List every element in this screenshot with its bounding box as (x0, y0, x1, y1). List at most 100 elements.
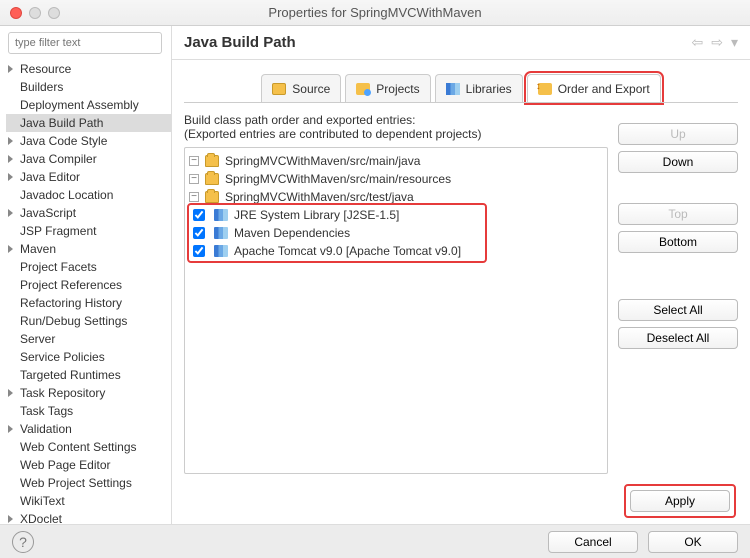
entry-label: Maven Dependencies (234, 226, 350, 240)
expand-icon[interactable] (8, 137, 13, 145)
apply-button[interactable]: Apply (630, 490, 730, 512)
sidebar-item[interactable]: Web Page Editor (6, 456, 171, 474)
side-buttons: Up Down Top Bottom Select All Deselect A… (618, 113, 738, 474)
sidebar-item-label: Java Code Style (20, 134, 107, 148)
sidebar-item[interactable]: Deployment Assembly (6, 96, 171, 114)
down-button[interactable]: Down (618, 151, 738, 173)
description-line-1: Build class path order and exported entr… (184, 113, 608, 127)
collapse-icon[interactable]: − (189, 156, 199, 166)
entry-label: SpringMVCWithMaven/src/main/resources (225, 172, 451, 186)
sidebar-item[interactable]: WikiText (6, 492, 171, 510)
library-icon (214, 209, 228, 221)
sidebar-item-label: WikiText (20, 494, 65, 508)
select-all-button[interactable]: Select All (618, 299, 738, 321)
entries-list[interactable]: − SpringMVCWithMaven/src/main/java − Spring… (184, 147, 608, 474)
export-checkbox[interactable] (193, 227, 205, 239)
list-item[interactable]: − SpringMVCWithMaven/src/main/resources (185, 170, 607, 188)
export-checkbox[interactable] (193, 209, 205, 221)
sidebar-item[interactable]: Java Compiler (6, 150, 171, 168)
tab[interactable]: Source (261, 74, 341, 102)
sidebar-item-label: Server (20, 332, 55, 346)
expand-icon[interactable] (8, 515, 13, 523)
sidebar-item[interactable]: Maven (6, 240, 171, 258)
expand-icon[interactable] (8, 245, 13, 253)
sidebar-item-label: Service Policies (20, 350, 105, 364)
sidebar-item-label: Refactoring History (20, 296, 122, 310)
description-line-2: (Exported entries are contributed to dep… (184, 127, 608, 141)
filter-input[interactable] (8, 32, 162, 54)
sidebar-item-label: Java Compiler (20, 152, 97, 166)
forward-icon[interactable]: ⇨ (711, 34, 723, 51)
sidebar-item-label: Task Tags (20, 404, 73, 418)
sidebar-item[interactable]: Web Content Settings (6, 438, 171, 456)
deselect-all-button[interactable]: Deselect All (618, 327, 738, 349)
library-icon (214, 227, 228, 239)
list-item[interactable]: − SpringMVCWithMaven/src/main/java (185, 152, 607, 170)
help-icon[interactable]: ? (12, 531, 34, 553)
expand-icon[interactable] (8, 173, 13, 181)
tab[interactable]: Projects (345, 74, 430, 102)
expand-icon[interactable] (8, 155, 13, 163)
sidebar-item[interactable]: JavaScript (6, 204, 171, 222)
sidebar-item[interactable]: Web Project Settings (6, 474, 171, 492)
sidebar-item[interactable]: Project Facets (6, 258, 171, 276)
back-icon[interactable]: ⇦ (692, 34, 704, 51)
sidebar-item[interactable]: Java Code Style (6, 132, 171, 150)
entry-label: JRE System Library [J2SE-1.5] (234, 208, 399, 222)
tab-label: Order and Export (558, 82, 650, 96)
export-checkbox[interactable] (193, 245, 205, 257)
sidebar-item[interactable]: Service Policies (6, 348, 171, 366)
tab[interactable]: Libraries (435, 74, 523, 102)
library-icon (214, 245, 228, 257)
collapse-icon[interactable]: − (189, 174, 199, 184)
sidebar-item[interactable]: Task Repository (6, 384, 171, 402)
sidebar-item[interactable]: Server (6, 330, 171, 348)
expand-icon[interactable] (8, 65, 13, 73)
expand-icon[interactable] (8, 425, 13, 433)
expand-icon[interactable] (8, 389, 13, 397)
list-item[interactable]: Apache Tomcat v9.0 [Apache Tomcat v9.0] (185, 242, 607, 260)
close-window-icon[interactable] (10, 7, 22, 19)
entry-label: SpringMVCWithMaven/src/main/java (225, 154, 420, 168)
sidebar-item-label: Validation (20, 422, 72, 436)
src-icon (272, 83, 286, 95)
sidebar-item[interactable]: XDoclet (6, 510, 171, 524)
cancel-button[interactable]: Cancel (548, 531, 638, 553)
sidebar-item[interactable]: Run/Debug Settings (6, 312, 171, 330)
list-item[interactable]: − SpringMVCWithMaven/src/test/java (185, 188, 607, 206)
ord-icon (538, 83, 552, 95)
sidebar-item[interactable]: Targeted Runtimes (6, 366, 171, 384)
sidebar-item-label: Resource (20, 62, 71, 76)
bottom-button[interactable]: Bottom (618, 231, 738, 253)
collapse-icon[interactable]: − (189, 192, 199, 202)
ok-button[interactable]: OK (648, 531, 738, 553)
minimize-window-icon (29, 7, 41, 19)
tab[interactable]: Order and Export (527, 74, 661, 102)
sidebar-item[interactable]: Java Build Path (6, 114, 171, 132)
list-item[interactable]: Maven Dependencies (185, 224, 607, 242)
dropdown-icon[interactable]: ▾ (731, 34, 738, 51)
apply-highlight: Apply (624, 484, 736, 518)
expand-icon[interactable] (8, 209, 13, 217)
sidebar-item[interactable]: Project References (6, 276, 171, 294)
sidebar-item-label: JSP Fragment (20, 224, 96, 238)
sidebar-item[interactable]: Java Editor (6, 168, 171, 186)
sidebar-item-label: Builders (20, 80, 63, 94)
sidebar-item-label: JavaScript (20, 206, 76, 220)
sidebar-item[interactable]: Validation (6, 420, 171, 438)
sidebar-item-label: Web Content Settings (20, 440, 137, 454)
category-tree: ResourceBuildersDeployment AssemblyJava … (6, 60, 171, 524)
sidebar-item-label: Targeted Runtimes (20, 368, 121, 382)
sidebar-item[interactable]: JSP Fragment (6, 222, 171, 240)
footer: ? Cancel OK (0, 524, 750, 558)
sidebar-item[interactable]: Builders (6, 78, 171, 96)
list-item[interactable]: JRE System Library [J2SE-1.5] (185, 206, 607, 224)
sidebar-item-label: Project Facets (20, 260, 97, 274)
sidebar-item-label: Maven (20, 242, 56, 256)
sidebar-item[interactable]: Javadoc Location (6, 186, 171, 204)
entry-label: SpringMVCWithMaven/src/test/java (225, 190, 414, 204)
sidebar-item[interactable]: Refactoring History (6, 294, 171, 312)
sidebar-item[interactable]: Resource (6, 60, 171, 78)
sidebar-item-label: Task Repository (20, 386, 105, 400)
sidebar-item[interactable]: Task Tags (6, 402, 171, 420)
